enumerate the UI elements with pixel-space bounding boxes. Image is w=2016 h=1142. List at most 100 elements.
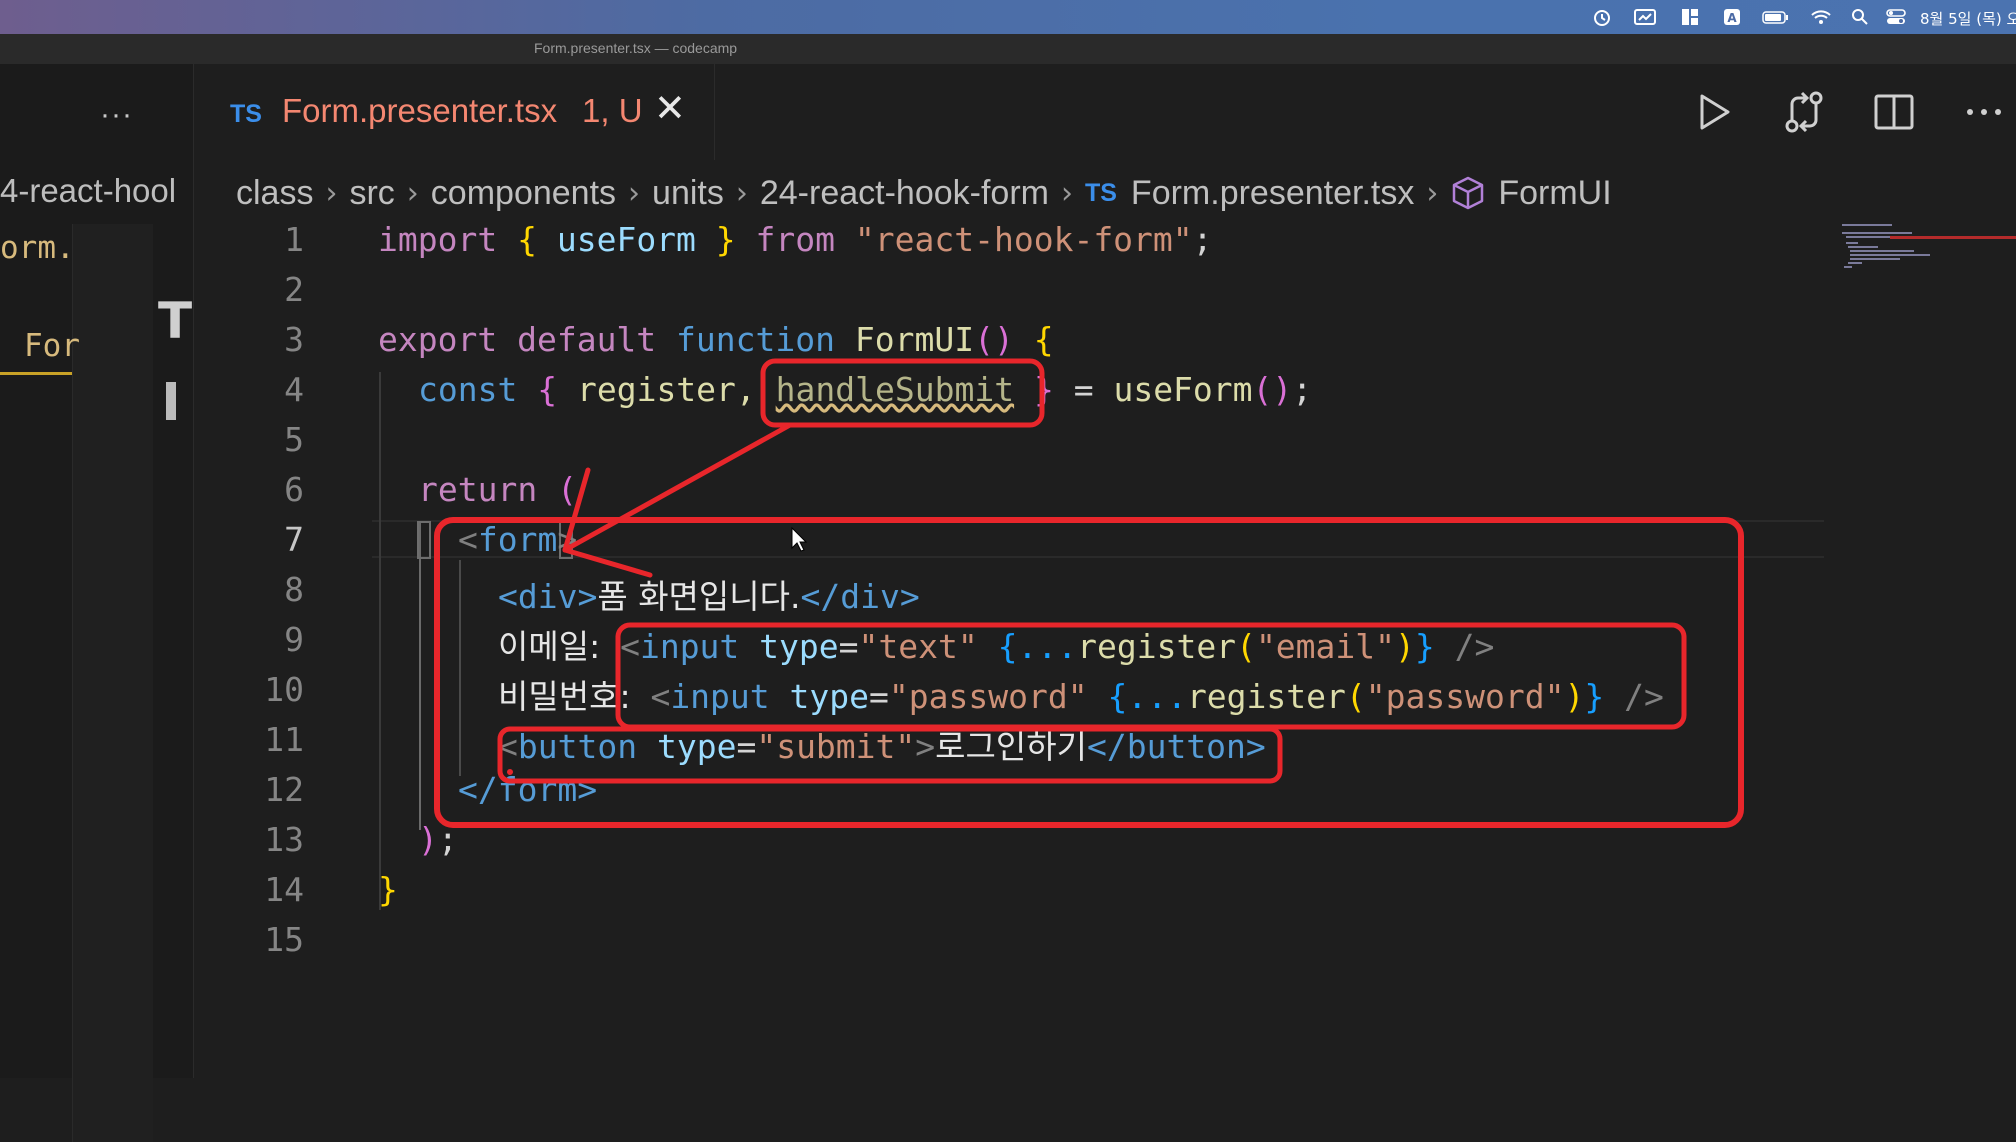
code-line-14[interactable]: }: [378, 870, 398, 909]
code-line-11[interactable]: <button type="submit">로그인하기</button>: [498, 720, 1266, 768]
token: =: [736, 727, 757, 766]
token: "text": [858, 627, 978, 666]
token: {...: [1107, 677, 1187, 716]
token: const: [418, 370, 518, 409]
token: from: [755, 220, 836, 259]
code-line-9[interactable]: 이메일: <input type="text" {...register("em…: [498, 620, 1494, 668]
code-line-1[interactable]: import { useForm } from "react-hook-form…: [378, 220, 1213, 259]
tab-form-presenter[interactable]: TS Form.presenter.tsx 1, U ✕: [194, 64, 715, 160]
token: register: [1186, 677, 1346, 716]
token: }: [1414, 627, 1435, 666]
battery-icon[interactable]: [1762, 8, 1790, 26]
token: 이메일:: [498, 627, 601, 666]
token: ): [1564, 677, 1585, 716]
token: 로그인하기: [935, 727, 1087, 766]
window-title-bar: Form.presenter.tsx — codecamp: [0, 34, 2016, 64]
token: input: [639, 627, 740, 666]
token: (): [974, 320, 1014, 359]
close-icon[interactable]: ✕: [654, 86, 686, 130]
token: FormUI: [854, 320, 975, 359]
sidebar-breadcrumb-fragment[interactable]: 4-react-hool: [0, 172, 193, 210]
sidebar-code-fragment: orm.: [0, 230, 72, 266]
tab-problems-badge: 1, U: [582, 92, 643, 129]
token: =: [1073, 370, 1094, 409]
token: input: [670, 677, 770, 716]
code-line-12[interactable]: </form>: [458, 770, 597, 809]
breadcrumb: class › src › components › units › 24-re…: [236, 168, 1612, 218]
token: type: [656, 727, 737, 766]
token: button: [517, 727, 638, 766]
more-actions-icon[interactable]: [1960, 88, 2008, 136]
sidebar-minimap[interactable]: [72, 224, 153, 1142]
token: <: [650, 677, 671, 716]
code-line-7[interactable]: <form>: [458, 520, 577, 559]
token: {: [1033, 320, 1054, 359]
breadcrumb-item[interactable]: src: [349, 174, 394, 213]
token: function: [676, 320, 835, 359]
git-compare-icon[interactable]: [1780, 88, 1828, 136]
token: <: [498, 727, 518, 766]
breadcrumb-item[interactable]: 24-react-hook-form: [760, 174, 1049, 213]
minimap[interactable]: [1838, 220, 2016, 340]
token: return: [418, 470, 538, 509]
screen-recording-icon[interactable]: [1634, 8, 1656, 26]
chevron-right-icon: ›: [1426, 175, 1439, 211]
breadcrumb-item[interactable]: units: [652, 174, 724, 213]
code-line-3[interactable]: export default function FormUI() {: [378, 320, 1054, 359]
token: ;: [437, 820, 458, 859]
code-line-10[interactable]: 비밀번호: <input type="password" {...registe…: [498, 670, 1664, 718]
sidebar-more-actions-icon[interactable]: ···: [100, 98, 133, 132]
token: />: [1624, 677, 1664, 716]
code-line-6[interactable]: return (: [418, 470, 577, 509]
chevron-right-icon: ›: [1060, 175, 1073, 211]
token: <: [458, 520, 478, 559]
token: "password": [888, 677, 1088, 716]
sidebar-tab-fragment[interactable]: For: [24, 328, 80, 364]
widgets-icon[interactable]: [1680, 8, 1700, 26]
token: register,: [576, 370, 756, 409]
token: =: [838, 627, 859, 666]
token: ;: [1292, 370, 1313, 409]
input-source-icon[interactable]: A: [1722, 8, 1742, 26]
token: =: [869, 677, 889, 716]
wifi-icon[interactable]: [1810, 8, 1831, 26]
chevron-right-icon: ›: [628, 175, 641, 211]
code-editor[interactable]: 1 2 3 4 5 6 7 8 9 10 11 12 13 14 15 impo…: [194, 220, 1824, 1078]
svg-text:A: A: [1727, 11, 1737, 25]
scrollbar-thumb[interactable]: [166, 382, 176, 420]
token: type: [789, 677, 870, 716]
window-title: Form.presenter.tsx — codecamp: [534, 40, 738, 56]
run-icon[interactable]: [1690, 88, 1738, 136]
token: default: [517, 320, 657, 359]
breadcrumb-item[interactable]: components: [431, 174, 616, 213]
token: register: [1077, 627, 1237, 666]
split-editor-icon[interactable]: [1870, 88, 1918, 136]
token: <div>: [498, 577, 598, 616]
token: ;: [1192, 220, 1213, 259]
code-line-8[interactable]: <div>폼 화면입니다.</div>: [498, 570, 920, 618]
menu-bar-clock[interactable]: 8월 5일 (목) 오: [1920, 8, 2016, 29]
chevron-right-icon: ›: [406, 175, 419, 211]
tab-filename: Form.presenter.tsx: [282, 92, 558, 129]
token: <: [620, 627, 640, 666]
control-center-icon[interactable]: [1886, 8, 1906, 26]
token: {: [537, 370, 558, 409]
symbol-cube-icon: [1450, 175, 1486, 211]
time-machine-icon[interactable]: [1592, 8, 1612, 26]
spotlight-search-icon[interactable]: [1850, 8, 1870, 26]
token: {: [517, 220, 537, 259]
token: {...: [997, 627, 1078, 666]
breadcrumb-symbol[interactable]: FormUI: [1498, 174, 1611, 213]
token: }: [1033, 370, 1054, 409]
token: 폼 화면입니다.: [597, 577, 801, 616]
token: >: [915, 727, 936, 766]
token-unused: handleSubmit: [775, 370, 1015, 409]
token: (: [1236, 627, 1256, 666]
token: "react-hook-form": [854, 220, 1193, 259]
token: form: [477, 520, 558, 559]
breadcrumb-file[interactable]: Form.presenter.tsx: [1131, 174, 1414, 213]
code-line-13[interactable]: );: [418, 820, 458, 859]
breadcrumb-item[interactable]: class: [236, 174, 313, 213]
editor-tab-bar: TS Form.presenter.tsx 1, U ✕: [194, 64, 2016, 160]
code-line-4[interactable]: const { register, handleSubmit } = useFo…: [418, 370, 1312, 409]
